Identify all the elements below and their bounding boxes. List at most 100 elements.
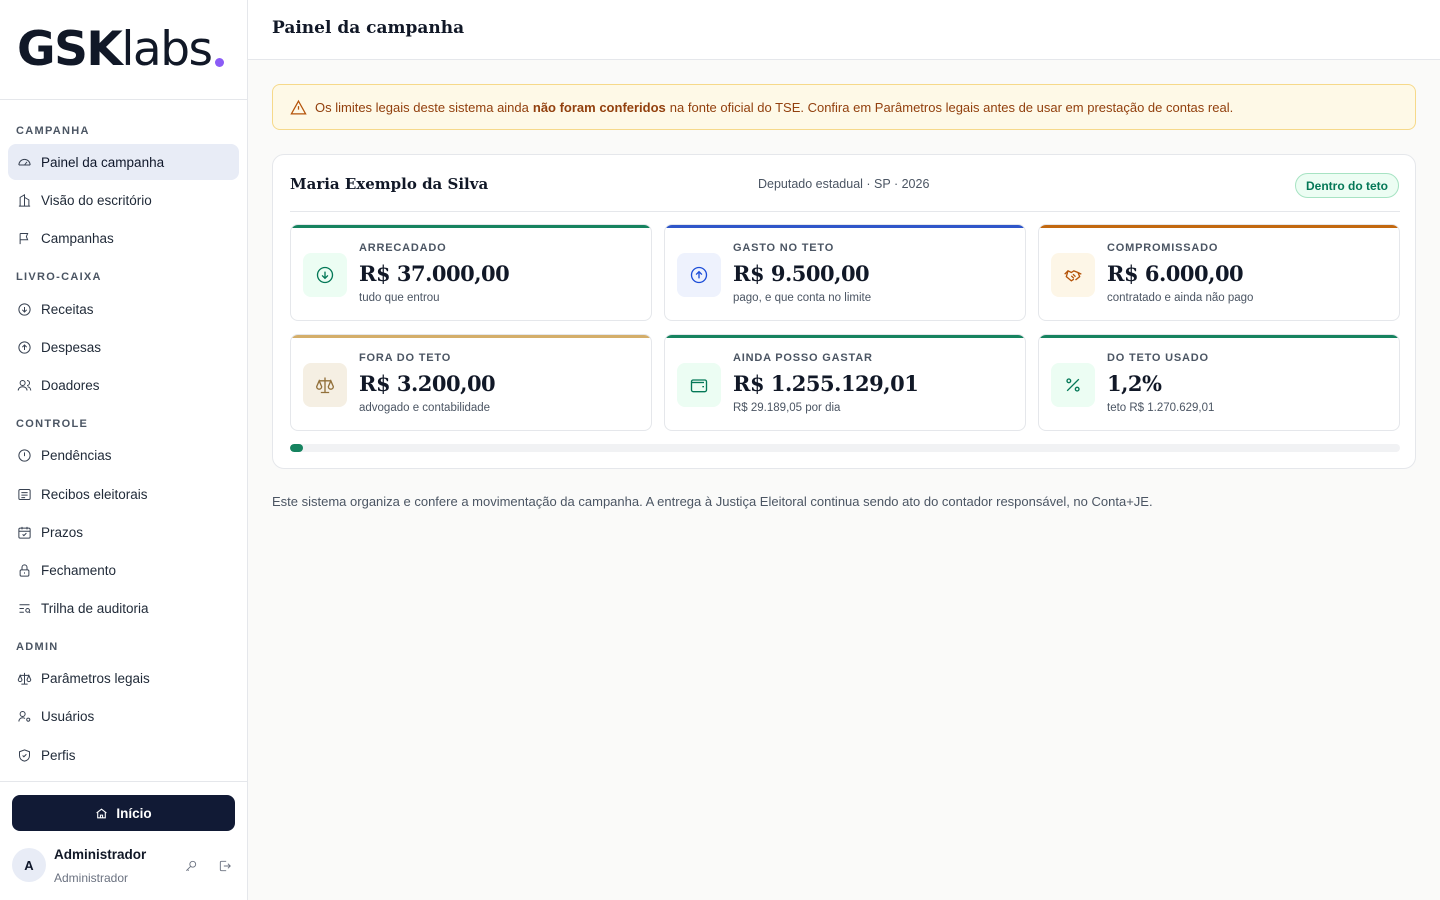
card-value: R$ 3.200,00	[359, 371, 496, 396]
calendar-check-icon	[18, 526, 31, 539]
user-name: Administrador	[54, 847, 147, 862]
shield-check-icon	[19, 748, 30, 762]
kpi-card-ainda-posso-gastar: AINDA POSSO GASTAR R$ 1.255.129,01 R$ 29…	[664, 334, 1026, 431]
users-icon	[17, 379, 32, 391]
sidebar-item-perfis[interactable]: Perfis	[8, 737, 239, 773]
sidebar-footer: Início A Administrador Administrador	[0, 781, 247, 900]
sidebar-item-label: Doadores	[41, 377, 100, 393]
card-accent-bar	[665, 335, 1025, 338]
sidebar-item-label: Visão do escritório	[41, 192, 152, 208]
wallet-icon	[690, 379, 708, 393]
arrow-down-circle-icon	[316, 266, 334, 284]
card-icon-box	[1051, 363, 1095, 407]
candidate-name: Maria Exemplo da Silva	[290, 175, 489, 193]
card-subtitle: pago, e que conta no limite	[733, 292, 872, 304]
logo-text: GSKlabs	[17, 22, 213, 77]
sidebar-item-prazos[interactable]: Prazos	[8, 514, 239, 550]
ceiling-progress-bar	[290, 444, 1400, 452]
sidebar-item-label: Trilha de auditoria	[41, 600, 149, 616]
card-label: FORA DO TETO	[359, 352, 452, 364]
scale-icon	[17, 672, 32, 685]
kpi-card-do-teto-usado: DO TETO USADO 1,2% teto R$ 1.270.629,01	[1038, 334, 1400, 431]
sidebar-item-label: Painel da campanha	[41, 154, 165, 170]
card-subtitle: contratado e ainda não pago	[1107, 292, 1254, 304]
page-title: Painel da campanha	[272, 18, 465, 38]
panel-divider	[290, 211, 1400, 212]
kpi-card-gasto-no-teto: GASTO NO TETO R$ 9.500,00 pago, e que co…	[664, 224, 1026, 321]
sidebar-item-receitas[interactable]: Receitas	[8, 291, 239, 327]
warning-icon	[290, 99, 307, 115]
card-accent-bar	[665, 225, 1025, 228]
arrow-up-circle-icon	[18, 340, 31, 354]
card-subtitle: R$ 29.189,05 por dia	[733, 402, 841, 414]
building-icon	[18, 193, 31, 207]
candidate-meta: Deputado estadual · SP · 2026	[758, 177, 930, 191]
home-button[interactable]: Início	[12, 795, 235, 831]
sidebar-item-label: Pendências	[41, 447, 112, 463]
card-icon-box	[677, 363, 721, 407]
card-value: R$ 6.000,00	[1107, 261, 1244, 286]
receipt-icon	[18, 488, 31, 500]
sidebar-item-painel-da-campanha[interactable]: Painel da campanha	[8, 144, 239, 180]
logo-dot	[214, 58, 224, 67]
footnote: Este sistema organiza e confere a movime…	[272, 494, 1153, 509]
sidebar-item-doadores[interactable]: Doadores	[8, 367, 239, 403]
card-label: AINDA POSSO GASTAR	[733, 352, 873, 364]
sidebar-item-fechamento[interactable]: Fechamento	[8, 552, 239, 588]
warning-alert: Os limites legais deste sistema ainda nã…	[272, 84, 1416, 130]
alert-circle-icon	[18, 448, 31, 462]
user-role: Administrador	[54, 871, 129, 885]
card-value: R$ 9.500,00	[733, 261, 870, 286]
card-accent-bar	[1039, 225, 1399, 228]
sidebar-item-label: Recibos eleitorais	[41, 486, 148, 502]
section-title-campanha: CAMPANHA	[16, 125, 90, 137]
sidebar-item-label: Prazos	[41, 524, 84, 540]
card-icon-box	[303, 363, 347, 407]
lock-icon	[19, 563, 30, 577]
kpi-card-compromissado: COMPROMISSADO R$ 6.000,00 contratado e a…	[1038, 224, 1400, 321]
card-value: R$ 1.255.129,01	[733, 371, 919, 396]
user-cog-icon	[18, 710, 31, 722]
card-accent-bar	[291, 225, 651, 228]
logout-icon[interactable]	[218, 859, 232, 873]
card-subtitle: advogado e contabilidade	[359, 402, 491, 414]
card-label: DO TETO USADO	[1107, 352, 1209, 364]
card-icon-box	[677, 253, 721, 297]
handshake-icon	[1064, 270, 1082, 282]
sidebar-item-visao-do-escritorio[interactable]: Visão do escritório	[8, 182, 239, 218]
status-badge: Dentro do teto	[1295, 173, 1399, 198]
avatar[interactable]: A	[12, 848, 46, 882]
sidebar-item-campanhas[interactable]: Campanhas	[8, 220, 239, 256]
kpi-card-arrecadado: ARRECADADO R$ 37.000,00 tudo que entrou	[290, 224, 652, 321]
list-search-icon	[19, 603, 31, 613]
sidebar-item-label: Campanhas	[41, 230, 114, 246]
card-label: ARRECADADO	[359, 242, 447, 254]
alert-text-before: Os limites legais deste sistema ainda	[315, 99, 529, 115]
section-title-controle: CONTROLE	[16, 418, 89, 430]
arrow-down-circle-icon	[18, 302, 31, 316]
sidebar-item-label: Fechamento	[41, 562, 117, 578]
scale-icon	[315, 377, 335, 394]
alert-text-bold: não foram conferidos	[532, 99, 666, 115]
sidebar-item-usuarios[interactable]: Usuários	[8, 698, 239, 734]
card-label: COMPROMISSADO	[1107, 242, 1219, 254]
logo[interactable]: GSKlabs	[0, 0, 247, 100]
home-button-label: Início	[116, 805, 152, 821]
sidebar-item-trilha-de-auditoria[interactable]: Trilha de auditoria	[8, 590, 239, 626]
sidebar: GSKlabs CAMPANHA Painel da campanha Visã…	[0, 0, 248, 900]
sidebar-item-label: Perfis	[41, 747, 76, 763]
alert-text-after: na fonte oficial do TSE. Confira em Parâ…	[669, 99, 1234, 115]
sidebar-item-recibos-eleitorais[interactable]: Recibos eleitorais	[8, 476, 239, 512]
sidebar-item-parametros-legais[interactable]: Parâmetros legais	[8, 660, 239, 696]
card-accent-bar	[291, 335, 651, 338]
card-icon-box	[1051, 253, 1095, 297]
home-icon	[96, 807, 108, 818]
card-subtitle: teto R$ 1.270.629,01	[1107, 402, 1215, 414]
sidebar-item-pendencias[interactable]: Pendências	[8, 437, 239, 473]
key-icon[interactable]	[184, 859, 198, 873]
sidebar-item-despesas[interactable]: Despesas	[8, 329, 239, 365]
sidebar-item-label: Usuários	[41, 708, 95, 724]
sidebar-item-label: Parâmetros legais	[41, 670, 150, 686]
section-title-livro-caixa: LIVRO-CAIXA	[16, 271, 102, 283]
flag-icon	[19, 232, 29, 244]
